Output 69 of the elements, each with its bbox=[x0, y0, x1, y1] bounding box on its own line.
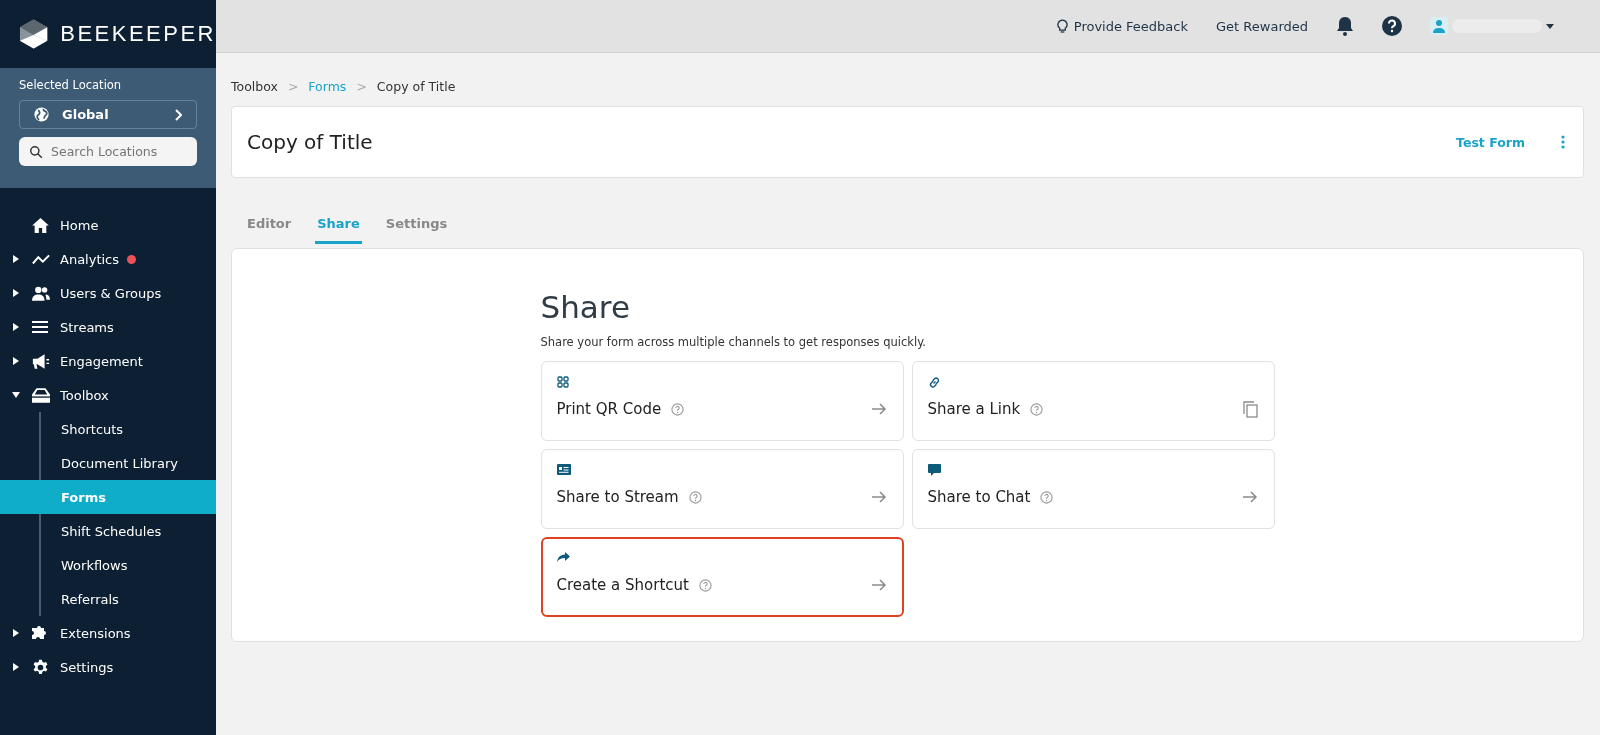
location-selector[interactable]: Global bbox=[19, 100, 197, 129]
share-option-card[interactable]: Share to Chat bbox=[911, 449, 1275, 529]
hexagon-logo-icon bbox=[19, 18, 49, 50]
help-circle-icon[interactable] bbox=[1030, 402, 1044, 416]
megaphone-icon bbox=[32, 353, 50, 369]
breadcrumb: Toolbox bbox=[231, 79, 278, 94]
help-circle-icon[interactable] bbox=[698, 578, 712, 592]
link-icon bbox=[927, 376, 941, 389]
trend-line-icon bbox=[32, 253, 50, 265]
breadcrumb-separator: > bbox=[287, 79, 299, 94]
share-option-card[interactable]: Print QR Code bbox=[540, 361, 904, 441]
share-option-card[interactable]: Create a Shortcut bbox=[540, 537, 904, 617]
nav-item[interactable]: Engagement bbox=[0, 344, 216, 378]
option-label: Print QR Code bbox=[556, 400, 662, 418]
nav-item[interactable]: Home bbox=[0, 208, 216, 242]
user-menu[interactable] bbox=[1430, 17, 1554, 35]
forward-arrow-icon bbox=[556, 552, 570, 563]
chevron-right-icon bbox=[174, 108, 182, 121]
nav-item[interactable]: Analytics bbox=[0, 242, 216, 276]
lines-icon bbox=[32, 321, 48, 333]
puzzle-piece-icon bbox=[32, 625, 48, 641]
arrow-right-icon bbox=[871, 491, 887, 503]
nav-item[interactable]: Streams bbox=[0, 310, 216, 344]
nav-subitem[interactable]: Shortcuts bbox=[0, 412, 216, 446]
copy-icon[interactable] bbox=[1242, 400, 1258, 418]
nav-item[interactable]: Toolbox bbox=[0, 378, 216, 412]
toolbox-icon bbox=[32, 387, 50, 403]
arrow-right-icon bbox=[871, 403, 887, 415]
share-description: Share your form across multiple channels to get responses quickly. bbox=[540, 335, 927, 349]
help-circle-icon[interactable] bbox=[671, 402, 685, 416]
share-option-card[interactable]: Share to Stream bbox=[540, 449, 904, 529]
option-label: Create a Shortcut bbox=[556, 576, 689, 594]
help-circle-icon[interactable] bbox=[688, 490, 702, 504]
breadcrumb: Copy of Title bbox=[376, 79, 456, 94]
gear-icon bbox=[32, 658, 49, 676]
nav-item[interactable]: Extensions bbox=[0, 616, 216, 650]
share-heading: Share bbox=[540, 289, 631, 325]
get-rewarded-link[interactable]: Get Rewarded bbox=[1216, 18, 1308, 34]
people-icon bbox=[32, 285, 50, 301]
arrow-right-icon bbox=[1242, 491, 1258, 503]
more-options-icon[interactable] bbox=[1561, 135, 1565, 149]
nav-item[interactable]: Settings bbox=[0, 650, 216, 684]
brand-name: BEEKEEPER bbox=[60, 21, 216, 47]
option-label: Share to Chat bbox=[927, 488, 1031, 506]
grid-squares-icon bbox=[556, 376, 569, 388]
option-label: Share a Link bbox=[927, 400, 1021, 418]
lightbulb-icon bbox=[1056, 18, 1068, 34]
share-option-card[interactable]: Share a Link bbox=[911, 361, 1275, 441]
globe-icon bbox=[33, 106, 50, 123]
provide-feedback-link[interactable]: Provide Feedback bbox=[1056, 18, 1189, 34]
location-label: Selected Location bbox=[19, 78, 123, 92]
nav-subitem[interactable]: Workflows bbox=[0, 548, 216, 582]
nav-item[interactable]: Users & Groups bbox=[0, 276, 216, 310]
option-label: Share to Stream bbox=[556, 488, 679, 506]
help-icon[interactable] bbox=[1382, 16, 1402, 36]
arrow-right-icon bbox=[871, 579, 887, 591]
form-title: Copy of Title bbox=[247, 130, 373, 154]
help-circle-icon[interactable] bbox=[1040, 490, 1054, 504]
nav-subitem[interactable]: Document Library bbox=[0, 446, 216, 480]
nav-subitem[interactable]: Referrals bbox=[0, 582, 216, 616]
card-list-icon bbox=[556, 464, 571, 475]
notification-bell-icon[interactable] bbox=[1336, 16, 1354, 36]
search-locations-field[interactable]: Search Locations bbox=[19, 137, 197, 166]
home-icon bbox=[32, 217, 49, 233]
breadcrumb-separator: > bbox=[356, 79, 367, 94]
user-avatar-icon bbox=[1430, 17, 1448, 35]
nav-subitem[interactable]: Shift Schedules bbox=[0, 514, 216, 548]
chat-bubble-icon bbox=[927, 464, 941, 477]
caret-down-icon bbox=[1546, 23, 1554, 29]
